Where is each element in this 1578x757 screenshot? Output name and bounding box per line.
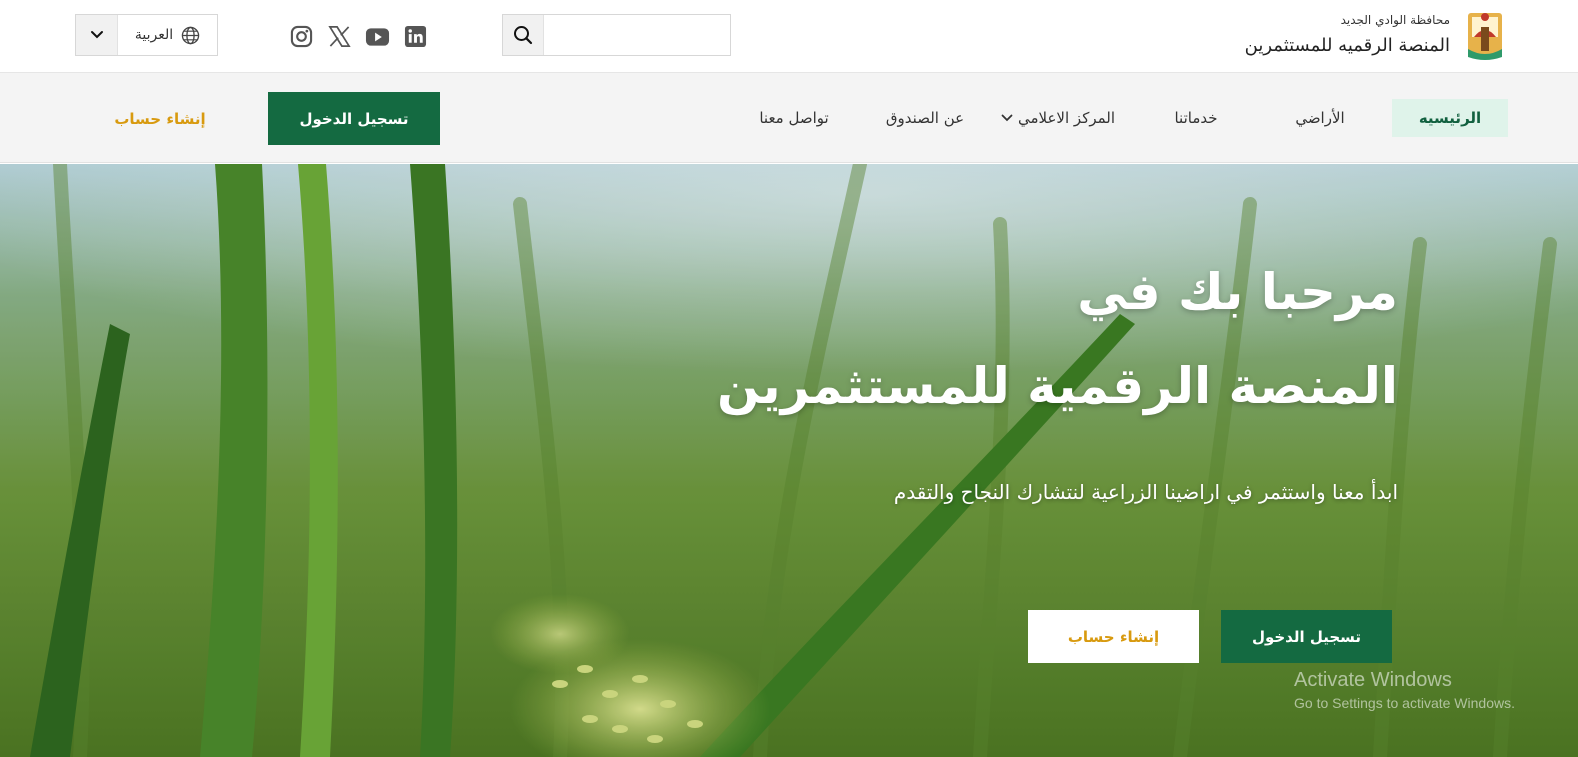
login-button[interactable]: تسجيل الدخول [268,92,440,145]
instagram-icon[interactable] [289,24,314,49]
nav-item-services[interactable]: خدماتنا [1158,99,1234,137]
language-selector[interactable]: العربية [75,14,218,56]
hero-text: مرحبا بك في المنصة الرقمية للمستثمرين اب… [678,256,1398,504]
x-icon[interactable] [327,24,352,49]
nav-item-lands[interactable]: الأراضي [1285,99,1355,137]
search-icon [514,26,533,45]
brand[interactable]: محافظة الوادي الجديد المنصة الرقميه للمس… [1245,6,1508,66]
chevron-down-icon [1001,114,1013,122]
chevron-down-icon [90,31,103,39]
language-current[interactable]: العربية [118,15,217,55]
watermark-title: Activate Windows [1294,669,1452,691]
language-dropdown-toggle[interactable] [76,15,118,55]
search-input[interactable] [544,15,730,55]
register-button[interactable]: إنشاء حساب [100,92,220,145]
youtube-icon[interactable] [365,24,390,49]
top-bar: محافظة الوادي الجديد المنصة الرقميه للمس… [0,0,1578,73]
nav-item-contact[interactable]: تواصل معنا [752,99,836,137]
platform-name: المنصة الرقميه للمستثمرين [1244,35,1450,56]
hero-register-button[interactable]: إنشاء حساب [1028,610,1199,663]
main-nav: الرئيسيه الأراضي خدماتنا المركز الاعلامي… [0,73,1578,163]
hero-subtitle: ابدأ معنا واستثمر في اراضينا الزراعية لن… [893,480,1398,504]
nav-item-media-center[interactable]: المركز الاعلامي [998,99,1118,137]
windows-activation-watermark: Activate Windows Go to Settings to activ… [1294,667,1515,713]
language-label: العربية [134,27,174,43]
social-links [289,24,428,49]
nav-item-label: المركز الاعلامي [1017,109,1116,127]
hero-title-line2: المنصة الرقمية للمستثمرين [716,357,1398,415]
governorate-logo [1468,13,1502,60]
hero-login-button[interactable]: تسجيل الدخول [1221,610,1392,663]
nav-item-home[interactable]: الرئيسيه [1392,99,1508,137]
search-box [502,14,731,56]
globe-icon [181,26,200,44]
linkedin-icon[interactable] [403,24,428,49]
governorate-name: محافظة الوادي الجديد [1340,13,1450,27]
brand-text: محافظة الوادي الجديد المنصة الرقميه للمس… [1245,12,1450,60]
watermark-subtitle: Go to Settings to activate Windows. [1294,695,1515,711]
hero-title-line1: مرحبا بك في [1077,263,1398,321]
search-button[interactable] [503,15,544,55]
nav-item-about-fund[interactable]: عن الصندوق [880,99,970,137]
